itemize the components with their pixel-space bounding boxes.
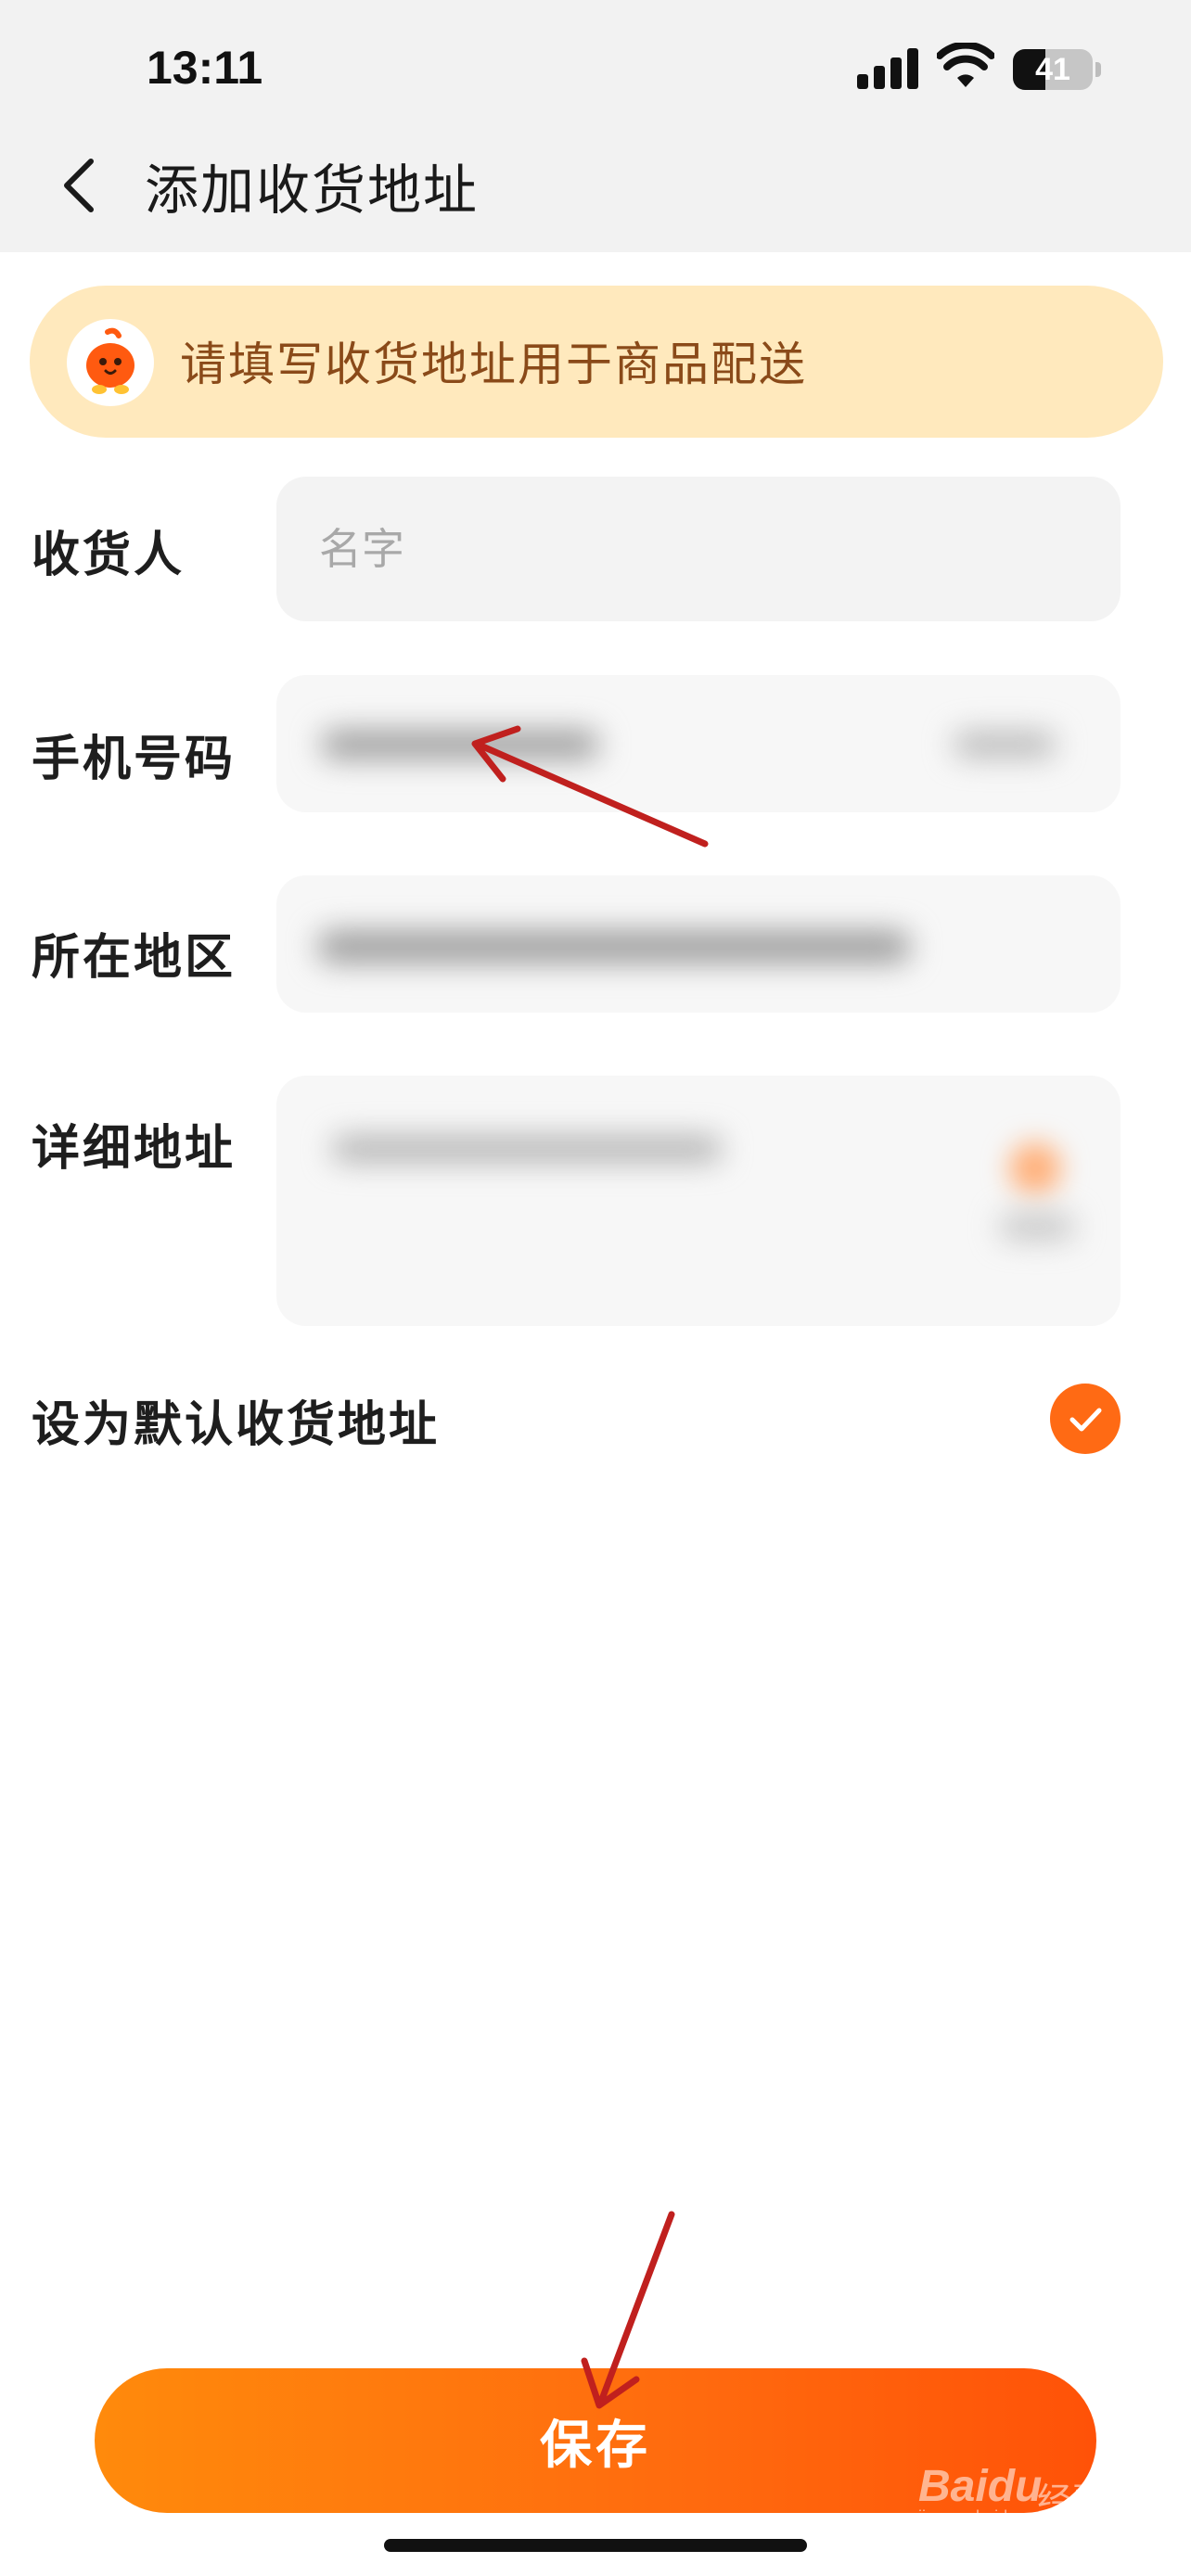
recipient-label: 收货人 xyxy=(32,528,186,583)
phone-label: 手机号码 xyxy=(32,732,237,787)
phone-input[interactable] xyxy=(276,675,1121,812)
checkmark-icon xyxy=(1069,1408,1102,1432)
region-label: 所在地区 xyxy=(32,930,237,986)
top-bar: 13:11 41 添加收货地址 xyxy=(0,0,1191,252)
page-title: 添加收货地址 xyxy=(145,159,480,222)
wifi-icon xyxy=(937,43,994,87)
cellular-signal-icon xyxy=(857,48,918,89)
region-selector[interactable] xyxy=(276,875,1121,1013)
mascot-icon xyxy=(67,319,154,406)
status-time: 13:11 xyxy=(147,42,263,94)
default-address-checkbox[interactable] xyxy=(1050,1384,1121,1454)
info-banner: 请填写收货地址用于商品配送 xyxy=(30,286,1163,438)
back-arrow-icon[interactable] xyxy=(50,148,106,223)
recipient-name-input[interactable] xyxy=(276,477,1121,621)
baidu-watermark: Baidu 经验 jingyan.baidu.com xyxy=(918,2462,1108,2526)
battery-icon: 41 xyxy=(1013,49,1102,90)
battery-level: 41 xyxy=(1035,52,1070,87)
detail-address-label: 详细地址 xyxy=(32,1121,237,1177)
default-address-label: 设为默认收货地址 xyxy=(32,1397,441,1453)
detail-address-input[interactable] xyxy=(276,1076,1121,1326)
banner-text: 请填写收货地址用于商品配送 xyxy=(180,338,807,391)
home-indicator xyxy=(384,2539,807,2552)
